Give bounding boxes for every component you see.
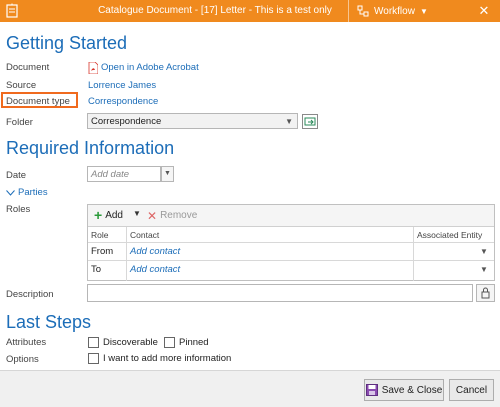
chevron-down-icon[interactable]: ▼ [480, 247, 488, 256]
roles-toolbar: + Add ▼ ✕ Remove [88, 205, 494, 227]
workflow-menu-button[interactable]: Workflow ▼ [348, 0, 434, 22]
folder-select[interactable]: Correspondence ▼ [87, 113, 298, 129]
remove-button[interactable]: ✕ Remove [147, 208, 198, 223]
pinned-label: Pinned [179, 337, 209, 348]
chevron-down-icon: ▼ [419, 6, 428, 16]
document-type-label: Document type [6, 96, 70, 107]
lock-icon [481, 287, 490, 299]
column-header-contact[interactable]: Contact [127, 228, 412, 242]
document-type-value[interactable]: Correspondence [88, 96, 158, 107]
roles-label: Roles [6, 204, 31, 215]
source-value[interactable]: Lorrence James [88, 80, 156, 91]
chevron-down-icon[interactable]: ▼ [480, 265, 488, 274]
add-dropdown-chevron-icon[interactable]: ▼ [133, 209, 141, 218]
workflow-label: Workflow [374, 5, 415, 17]
lock-button[interactable] [476, 284, 495, 302]
table-row-role: To [91, 264, 102, 275]
more-information-label: I want to add more information [103, 353, 232, 364]
folder-select-value: Correspondence [91, 115, 162, 127]
date-dropdown-button[interactable]: ▼ [161, 166, 174, 182]
attributes-label: Attributes [6, 337, 47, 348]
add-contact-link[interactable]: Add contact [130, 264, 180, 275]
save-icon [365, 384, 378, 396]
add-button[interactable]: + Add [94, 207, 123, 223]
title-bar: Catalogue Document - [17] Letter - This … [0, 0, 500, 22]
add-label: Add [105, 209, 123, 221]
description-input[interactable] [87, 284, 473, 302]
more-information-checkbox[interactable] [88, 353, 99, 364]
discoverable-label: Discoverable [103, 337, 158, 348]
plus-icon: + [94, 207, 103, 223]
folder-label: Folder [6, 117, 33, 128]
description-label: Description [6, 289, 54, 300]
workflow-icon [357, 5, 369, 17]
getting-started-heading: Getting Started [6, 33, 128, 53]
parties-label: Parties [18, 187, 48, 198]
chevron-down-icon: ▼ [285, 117, 293, 126]
column-header-role[interactable]: Role [88, 228, 126, 242]
folder-browse-icon [304, 117, 316, 126]
pdf-icon [88, 62, 98, 74]
close-button[interactable]: ✕ [470, 3, 498, 19]
date-input[interactable]: Add date [87, 166, 161, 182]
required-information-heading: Required Information [6, 138, 175, 158]
source-label: Source [6, 80, 37, 91]
document-label: Document [6, 62, 50, 73]
remove-label: Remove [160, 210, 198, 221]
date-label: Date [6, 170, 27, 181]
chevron-down-icon [6, 189, 15, 196]
save-and-close-button[interactable]: Save & Close [364, 379, 444, 401]
save-and-close-label: Save & Close [381, 384, 443, 396]
open-in-acrobat-link[interactable]: Open in Adobe Acrobat [101, 62, 199, 73]
x-icon: ✕ [147, 208, 158, 223]
column-header-associated-entity[interactable]: Associated Entity [414, 228, 494, 242]
cancel-button[interactable]: Cancel [449, 379, 494, 401]
roles-table: + Add ▼ ✕ Remove Role Contact Associated… [87, 204, 495, 281]
main-panel: Getting Started Document Open in Adobe A… [0, 22, 500, 370]
parties-toggle[interactable]: Parties [6, 187, 48, 198]
browse-folder-button[interactable] [302, 114, 318, 129]
pinned-checkbox[interactable] [164, 337, 175, 348]
table-row-role: From [91, 246, 114, 257]
row-divider [88, 260, 494, 261]
options-label: Options [6, 354, 39, 365]
footer-bar: Save & Close Cancel [0, 370, 500, 407]
last-steps-heading: Last Steps [6, 312, 92, 332]
add-contact-link[interactable]: Add contact [130, 246, 180, 257]
row-divider [88, 242, 494, 243]
discoverable-checkbox[interactable] [88, 337, 99, 348]
